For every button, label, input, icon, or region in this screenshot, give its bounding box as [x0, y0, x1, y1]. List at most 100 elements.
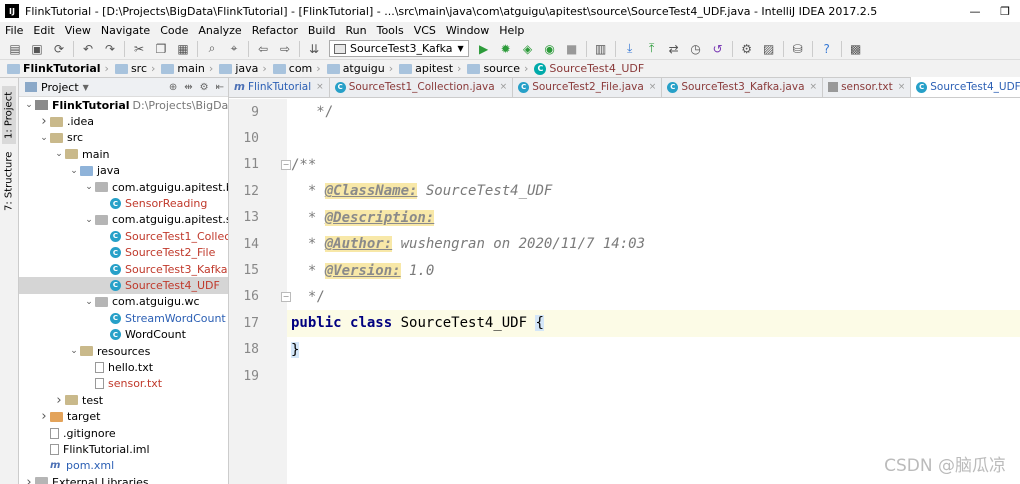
tree-item[interactable]: › test — [19, 392, 228, 408]
tree-item[interactable]: hello.txt — [19, 359, 228, 375]
paste-icon[interactable]: ▦ — [175, 41, 191, 57]
project-tool-tab[interactable]: 1: Project — [2, 86, 16, 144]
tree-item[interactable]: ⌄ com.atguigu.wc — [19, 294, 228, 310]
close-icon[interactable]: × — [500, 82, 508, 92]
tree-item[interactable]: m pom.xml — [19, 458, 228, 474]
tree-item[interactable]: sensor.txt — [19, 376, 228, 392]
chevron-down-icon[interactable]: ⌄ — [83, 215, 95, 225]
undo-icon[interactable]: ↶ — [80, 41, 96, 57]
breadcrumb-item-java[interactable]: java › — [216, 62, 269, 75]
locate-icon[interactable]: ⊕ — [169, 82, 177, 93]
breadcrumb-item-com[interactable]: com › — [270, 62, 324, 75]
vcs-revert-icon[interactable]: ↺ — [710, 41, 726, 57]
menu-item-window[interactable]: Window — [441, 24, 494, 37]
chevron-down-icon[interactable]: ⌄ — [68, 346, 80, 356]
menu-item-tools[interactable]: Tools — [372, 24, 409, 37]
run-configuration-select[interactable]: SourceTest3_Kafka ▼ — [329, 40, 469, 57]
tree-item[interactable]: C SourceTest4_UDF — [19, 277, 228, 294]
breadcrumb-item-sourcetest4_udf[interactable]: C SourceTest4_UDF — [531, 62, 647, 75]
tab-sourcetest2-file-java[interactable]: C SourceTest2_File.java × — [513, 77, 663, 97]
tree-item[interactable]: ⌄ resources — [19, 343, 228, 359]
chevron-down-icon[interactable]: ⌄ — [38, 133, 50, 143]
close-icon[interactable]: × — [316, 82, 324, 92]
coverage-icon[interactable]: ◈ — [520, 41, 536, 57]
replace-icon[interactable]: ⌖ — [226, 41, 242, 57]
restore-button[interactable]: ❐ — [990, 0, 1020, 22]
fold-icon[interactable]: − — [281, 291, 291, 302]
chevron-right-icon[interactable]: › — [23, 475, 35, 484]
profile-icon[interactable]: ◉ — [542, 41, 558, 57]
chevron-down-icon[interactable]: ⌄ — [83, 182, 95, 192]
sdk-icon[interactable]: ⛁ — [790, 41, 806, 57]
breadcrumb-item-source[interactable]: source › — [464, 62, 531, 75]
hide-panel-icon[interactable]: ⇤ — [216, 82, 224, 93]
code-line[interactable] — [287, 363, 1020, 389]
menu-item-code[interactable]: Code — [155, 24, 193, 37]
back-icon[interactable]: ⇦ — [255, 41, 271, 57]
code-line[interactable]: } — [287, 337, 1020, 363]
code-line[interactable]: * @Author: wushengran on 2020/11/7 14:03 — [287, 231, 1020, 257]
menu-item-build[interactable]: Build — [303, 24, 341, 37]
tree-item[interactable]: C WordCount — [19, 326, 228, 342]
code-line[interactable]: /** — [287, 152, 1020, 178]
collapse-all-icon[interactable]: ⇹ — [184, 82, 192, 93]
chevron-down-icon[interactable]: ⌄ — [23, 100, 35, 110]
structure-tool-tab[interactable]: 7: Structure — [2, 150, 16, 212]
menu-item-vcs[interactable]: VCS — [409, 24, 441, 37]
tree-item[interactable]: C SourceTest2_File — [19, 245, 228, 261]
tree-item[interactable]: ⌄ src — [19, 130, 228, 146]
tab-sourcetest1-collection-java[interactable]: C SourceTest1_Collection.java × — [330, 77, 514, 97]
menu-item-refactor[interactable]: Refactor — [247, 24, 303, 37]
menu-item-help[interactable]: Help — [494, 24, 529, 37]
chevron-down-icon[interactable]: ⌄ — [53, 149, 65, 159]
project-structure-icon[interactable]: ▥ — [593, 41, 609, 57]
code-line[interactable]: public class SourceTest4_UDF { — [287, 310, 1020, 337]
find-icon[interactable]: ⌕ — [204, 41, 220, 57]
breadcrumb-item-flinktutorial[interactable]: FlinkTutorial › — [4, 62, 112, 75]
tree-item[interactable]: ⌄ com.atguigu.apitest.beans — [19, 179, 228, 195]
vcs-commit-icon[interactable]: ⤒ — [644, 41, 660, 57]
fold-icon[interactable]: − — [281, 159, 291, 170]
code-view[interactable]: */ /** * @ClassName: SourceTest4_UDF * @D… — [287, 99, 1020, 484]
breadcrumb-item-src[interactable]: src › — [112, 62, 158, 75]
close-icon[interactable]: × — [810, 82, 818, 92]
menu-item-navigate[interactable]: Navigate — [96, 24, 155, 37]
tree-item[interactable]: ⌄ FlinkTutorial D:\Projects\BigData\Flink… — [19, 97, 228, 113]
code-line[interactable] — [287, 125, 1020, 151]
breadcrumb-item-main[interactable]: main › — [158, 62, 216, 75]
code-line[interactable]: * @Version: 1.0 — [287, 257, 1020, 283]
vcs-history-icon[interactable]: ◷ — [688, 41, 704, 57]
gear-icon[interactable]: ⚙ — [200, 82, 209, 93]
stop-icon[interactable]: ■ — [564, 41, 580, 57]
chevron-down-icon[interactable]: ▼ — [83, 83, 89, 92]
help-icon[interactable]: ? — [819, 41, 835, 57]
chevron-right-icon[interactable]: › — [38, 114, 50, 129]
tree-item[interactable]: .gitignore — [19, 425, 228, 441]
chevron-right-icon[interactable]: › — [38, 409, 50, 424]
tab-sourcetest3-kafka-java[interactable]: C SourceTest3_Kafka.java × — [662, 77, 824, 97]
chevron-down-icon[interactable]: ⌄ — [68, 166, 80, 176]
save-icon[interactable]: ▣ — [29, 41, 45, 57]
tree-item[interactable]: ⌄ main — [19, 146, 228, 162]
structure-icon[interactable]: ▨ — [761, 41, 777, 57]
tab-sensor-txt[interactable]: sensor.txt × — [823, 77, 912, 97]
code-line[interactable]: * @Description: — [287, 205, 1020, 231]
tree-item[interactable]: › External Libraries — [19, 474, 228, 484]
cut-icon[interactable]: ✂ — [131, 41, 147, 57]
tab-flinktutorial[interactable]: m FlinkTutorial × — [229, 77, 330, 97]
redo-icon[interactable]: ↷ — [102, 41, 118, 57]
menu-item-view[interactable]: View — [60, 24, 96, 37]
tree-item[interactable]: ⌄ com.atguigu.apitest.source — [19, 212, 228, 228]
tree-item[interactable]: C StreamWordCount — [19, 310, 228, 326]
debug-icon[interactable]: ✹ — [498, 41, 514, 57]
forward-icon[interactable]: ⇨ — [277, 41, 293, 57]
tree-item[interactable]: C SensorReading — [19, 195, 228, 211]
tree-item[interactable]: FlinkTutorial.iml — [19, 441, 228, 457]
tree-item[interactable]: ⌄ java — [19, 163, 228, 179]
tree-item[interactable]: › target — [19, 408, 228, 424]
menu-item-file[interactable]: File — [0, 24, 28, 37]
code-line[interactable]: */ — [287, 284, 1020, 310]
run-icon[interactable]: ▶ — [476, 41, 492, 57]
vcs-compare-icon[interactable]: ⇄ — [666, 41, 682, 57]
settings-icon[interactable]: ⚙ — [739, 41, 755, 57]
